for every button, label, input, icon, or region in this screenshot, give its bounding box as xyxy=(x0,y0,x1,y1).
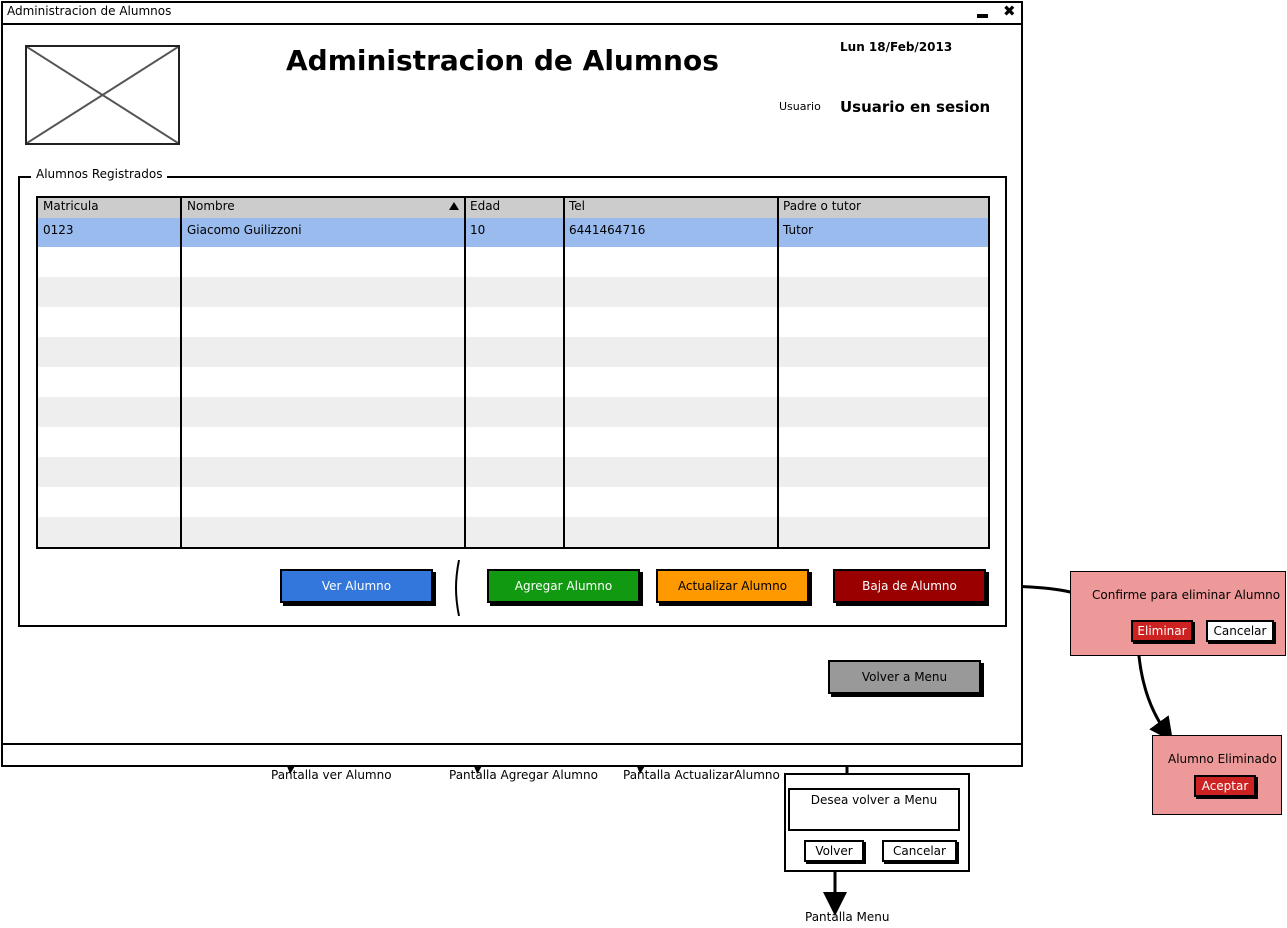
column-header-tel[interactable]: Tel xyxy=(569,199,585,213)
actualizar-alumno-button[interactable]: Actualizar Alumno xyxy=(656,569,809,603)
page-title: Administracion de Alumnos xyxy=(286,44,719,77)
ver-alumno-button[interactable]: Ver Alumno xyxy=(280,569,433,603)
column-header-nombre[interactable]: Nombre xyxy=(187,199,235,213)
deleted-message: Alumno Eliminado xyxy=(1168,752,1277,766)
volver-button[interactable]: Volver xyxy=(804,840,864,862)
cell-nombre: Giacomo Guilizzoni xyxy=(187,223,302,237)
confirm-delete-message: Confirme para eliminar Alumno xyxy=(1092,588,1281,602)
cell-edad: 10 xyxy=(470,223,486,237)
note-menu: Pantalla Menu xyxy=(805,910,890,924)
group-legend: Alumnos Registrados xyxy=(31,167,168,181)
volver-menu-button[interactable]: Volver a Menu xyxy=(828,660,981,694)
baja-alumno-button[interactable]: Baja de Alumno xyxy=(833,569,986,603)
cell-padre: Tutor xyxy=(783,223,814,237)
note-agregar-alumno: Pantalla Agregar Alumno xyxy=(449,768,598,782)
cancelar-menu-button[interactable]: Cancelar xyxy=(882,840,957,862)
cell-matricula: 0123 xyxy=(43,223,74,237)
agregar-alumno-button[interactable]: Agregar Alumno xyxy=(487,569,640,603)
column-divider xyxy=(180,198,182,547)
image-placeholder-icon xyxy=(26,46,179,144)
note-ver-alumno: Pantalla ver Alumno xyxy=(271,768,392,782)
user-label: Usuario xyxy=(779,100,821,113)
status-bar-divider xyxy=(1,743,1023,745)
note-actualizar-alumno: Pantalla ActualizarAlumno xyxy=(623,768,780,782)
cancelar-delete-button[interactable]: Cancelar xyxy=(1206,620,1274,642)
user-value: Usuario en sesion xyxy=(840,98,991,116)
column-header-matricula[interactable]: Matricula xyxy=(43,199,99,213)
cell-tel: 6441464716 xyxy=(569,223,646,237)
aceptar-button[interactable]: Aceptar xyxy=(1194,775,1256,797)
button-separator xyxy=(455,560,460,616)
close-icon[interactable]: ✖ xyxy=(1003,3,1016,19)
column-divider xyxy=(563,198,565,547)
window-title: Administracion de Alumnos xyxy=(7,4,172,18)
sort-ascending-icon[interactable] xyxy=(449,202,459,210)
minimize-icon[interactable] xyxy=(977,14,988,18)
column-divider xyxy=(464,198,466,547)
logo-placeholder xyxy=(25,45,180,145)
column-divider xyxy=(777,198,779,547)
volver-menu-message: Desea volver a Menu xyxy=(788,788,960,831)
confirm-delete-dialog xyxy=(1070,571,1286,656)
eliminar-button[interactable]: Eliminar xyxy=(1131,620,1193,642)
arrow-eliminar xyxy=(1136,643,1174,742)
column-header-edad[interactable]: Edad xyxy=(470,199,500,213)
current-date: Lun 18/Feb/2013 xyxy=(840,40,953,54)
students-table[interactable]: Matricula Nombre Edad Tel Padre o tutor … xyxy=(36,196,990,549)
column-header-padre[interactable]: Padre o tutor xyxy=(783,199,861,213)
